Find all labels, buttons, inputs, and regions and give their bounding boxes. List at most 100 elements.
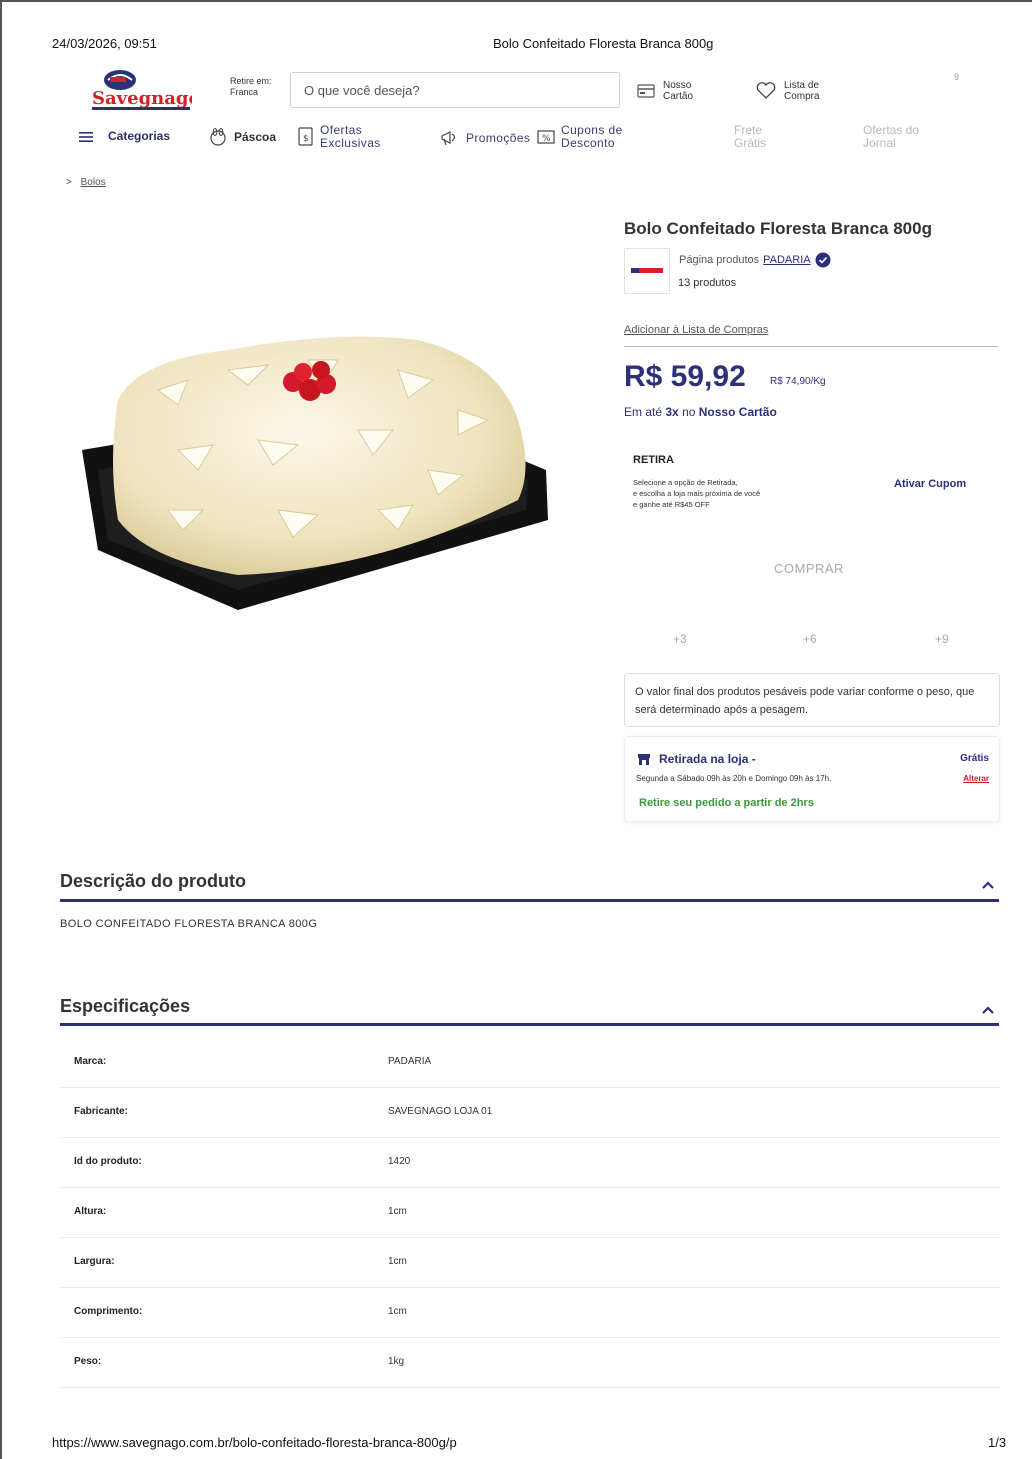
retire-city: Franca — [230, 87, 259, 97]
qty-plus-9[interactable]: +9 — [935, 632, 949, 646]
nav-promocoes-label: Promoções — [466, 130, 531, 145]
card-icon — [637, 84, 655, 98]
table-row: Comprimento: 1cm — [60, 1288, 1000, 1338]
weight-note: O valor final dos produtos pesáveis pode… — [624, 673, 1000, 727]
retira-line1: Selecione a opção de Retirada, — [633, 478, 738, 487]
nav-cupons[interactable]: % Cupons de Desconto — [537, 124, 623, 150]
pickup-time: Retire seu pedido a partir de 2hrs — [639, 797, 814, 809]
store-icon — [638, 754, 650, 765]
product-title: Bolo Confeitado Floresta Branca 800g — [624, 219, 932, 238]
spec-value: PADARIA — [388, 1056, 432, 1067]
coupon-icon: % — [537, 130, 555, 144]
spec-key: Comprimento: — [74, 1306, 143, 1317]
heart-icon — [756, 82, 776, 99]
spec-key: Fabricante: — [74, 1106, 128, 1117]
print-page-number: 1/3 — [988, 1435, 1007, 1450]
price-per-kg: R$ 74,90/Kg — [770, 376, 826, 387]
print-url: https://www.savegnago.com.br/bolo-confei… — [52, 1435, 457, 1450]
verified-badge-icon — [815, 252, 831, 268]
cart-count[interactable]: 9 — [954, 72, 959, 82]
nav-ofertas-exclusivas[interactable]: $ Ofertas Exclusivas — [298, 124, 381, 150]
spec-key: Altura: — [74, 1206, 107, 1217]
installments: Em até 3x no Nosso Cartão — [624, 405, 777, 419]
retire-location[interactable]: Retire em: Franca — [230, 76, 272, 98]
retira-description: Selecione a opção de Retirada, e escolha… — [633, 477, 823, 510]
retira-line3: e ganhe até R$45 OFF — [633, 500, 710, 509]
seller-prefix: Página produtos — [679, 254, 760, 266]
print-datetime: 24/03/2026, 09:51 — [52, 36, 157, 51]
pickup-title: Retirada na loja - — [637, 752, 756, 766]
spec-key: Marca: — [74, 1056, 107, 1067]
specs-underline — [60, 1023, 999, 1026]
breadcrumb: > Bolos — [66, 177, 106, 188]
spec-key: Peso: — [74, 1356, 102, 1367]
nav-promocoes[interactable]: Promoções — [440, 129, 530, 147]
ofertas-line2: Exclusivas — [320, 136, 381, 150]
megaphone-icon — [441, 131, 456, 146]
spec-value: 1kg — [388, 1356, 405, 1367]
easter-bunny-icon — [210, 128, 226, 146]
pickup-change-link[interactable]: Alterar — [963, 774, 989, 783]
spec-value: 1cm — [388, 1306, 407, 1317]
qty-plus-3[interactable]: +3 — [673, 632, 687, 646]
nav-categorias[interactable]: Categorias — [78, 130, 170, 143]
divider — [624, 346, 998, 347]
pickup-title-label: Retirada na loja - — [659, 752, 756, 766]
product-price: R$ 59,92 — [624, 360, 746, 393]
nosso-cartao-link[interactable]: Nosso Cartão — [637, 80, 693, 102]
pickup-card: Retirada na loja - Grátis Segunda a Sába… — [624, 736, 1000, 822]
nav-pascoa[interactable]: Páscoa — [208, 128, 276, 146]
table-row: Fabricante: SAVEGNAGO LOJA 01 — [60, 1088, 1000, 1138]
search-input[interactable]: O que você deseja? — [290, 72, 620, 108]
install-x: 3x — [665, 405, 679, 419]
pickup-hours: Segunda a Sábado 09h às 20h e Domingo 09… — [636, 774, 832, 783]
retira-line2: e escolha a loja mais próxima de você — [633, 489, 761, 498]
spec-key: Largura: — [74, 1256, 115, 1267]
product-image[interactable] — [78, 320, 550, 620]
lista-compra-link[interactable]: Lista de Compra — [756, 80, 820, 102]
seller-info: Página produtos PADARIA — [679, 252, 831, 268]
pickup-price: Grátis — [960, 753, 989, 764]
logo-text: Savegnago — [92, 88, 192, 109]
svg-text:%: % — [542, 134, 551, 144]
nav-frete-gratis[interactable]: Frete Grátis — [734, 124, 766, 150]
spec-value: 1420 — [388, 1156, 411, 1167]
spec-key: Id do produto: — [74, 1156, 142, 1167]
description-text: BOLO CONFEITADO FLORESTA BRANCA 800G — [60, 918, 318, 930]
spec-value: SAVEGNAGO LOJA 01 — [388, 1106, 493, 1117]
spec-value: 1cm — [388, 1256, 407, 1267]
breadcrumb-sep: > — [66, 177, 72, 188]
print-doc-title: Bolo Confeitado Floresta Branca 800g — [493, 36, 714, 51]
table-row: Peso: 1kg — [60, 1338, 1000, 1388]
ativar-cupom-button[interactable]: Ativar Cupom — [894, 478, 966, 490]
card-line2: Cartão — [663, 91, 694, 102]
chevron-up-icon[interactable] — [980, 877, 996, 893]
breadcrumb-bolos[interactable]: Bolos — [81, 177, 106, 188]
seller-link[interactable]: PADARIA — [763, 254, 810, 266]
cupons-line2: Desconto — [561, 136, 615, 150]
table-row: Marca: PADARIA — [60, 1038, 1000, 1088]
list-line1: Lista de — [784, 80, 820, 91]
savegnago-logo[interactable]: Savegnago — [90, 68, 201, 112]
description-title: Descrição do produto — [60, 871, 247, 891]
install-pre: Em até — [624, 405, 663, 419]
add-to-list-link[interactable]: Adicionar à Lista de Compras — [624, 324, 768, 336]
retira-title: RETIRA — [633, 454, 674, 466]
qty-plus-6[interactable]: +6 — [803, 632, 817, 646]
comprar-button[interactable]: COMPRAR — [774, 561, 844, 576]
description-underline — [60, 899, 999, 902]
nav-ofertas-jornal[interactable]: Ofertas do Jornal — [863, 124, 919, 150]
jornal-line2: Jornal — [863, 136, 896, 150]
seller-logo[interactable] — [624, 248, 670, 294]
install-card: Nosso Cartão — [698, 405, 777, 419]
table-row: Largura: 1cm — [60, 1238, 1000, 1288]
spec-value: 1cm — [388, 1206, 407, 1217]
chevron-up-icon[interactable] — [980, 1002, 996, 1018]
table-row: Altura: 1cm — [60, 1188, 1000, 1238]
nav-pascoa-label: Páscoa — [234, 129, 277, 144]
nav-categorias-label: Categorias — [108, 129, 171, 143]
list-line2: Compra — [784, 91, 820, 102]
card-line1: Nosso — [663, 80, 692, 91]
retire-label: Retire em: — [230, 76, 272, 86]
table-row: Id do produto: 1420 — [60, 1138, 1000, 1188]
